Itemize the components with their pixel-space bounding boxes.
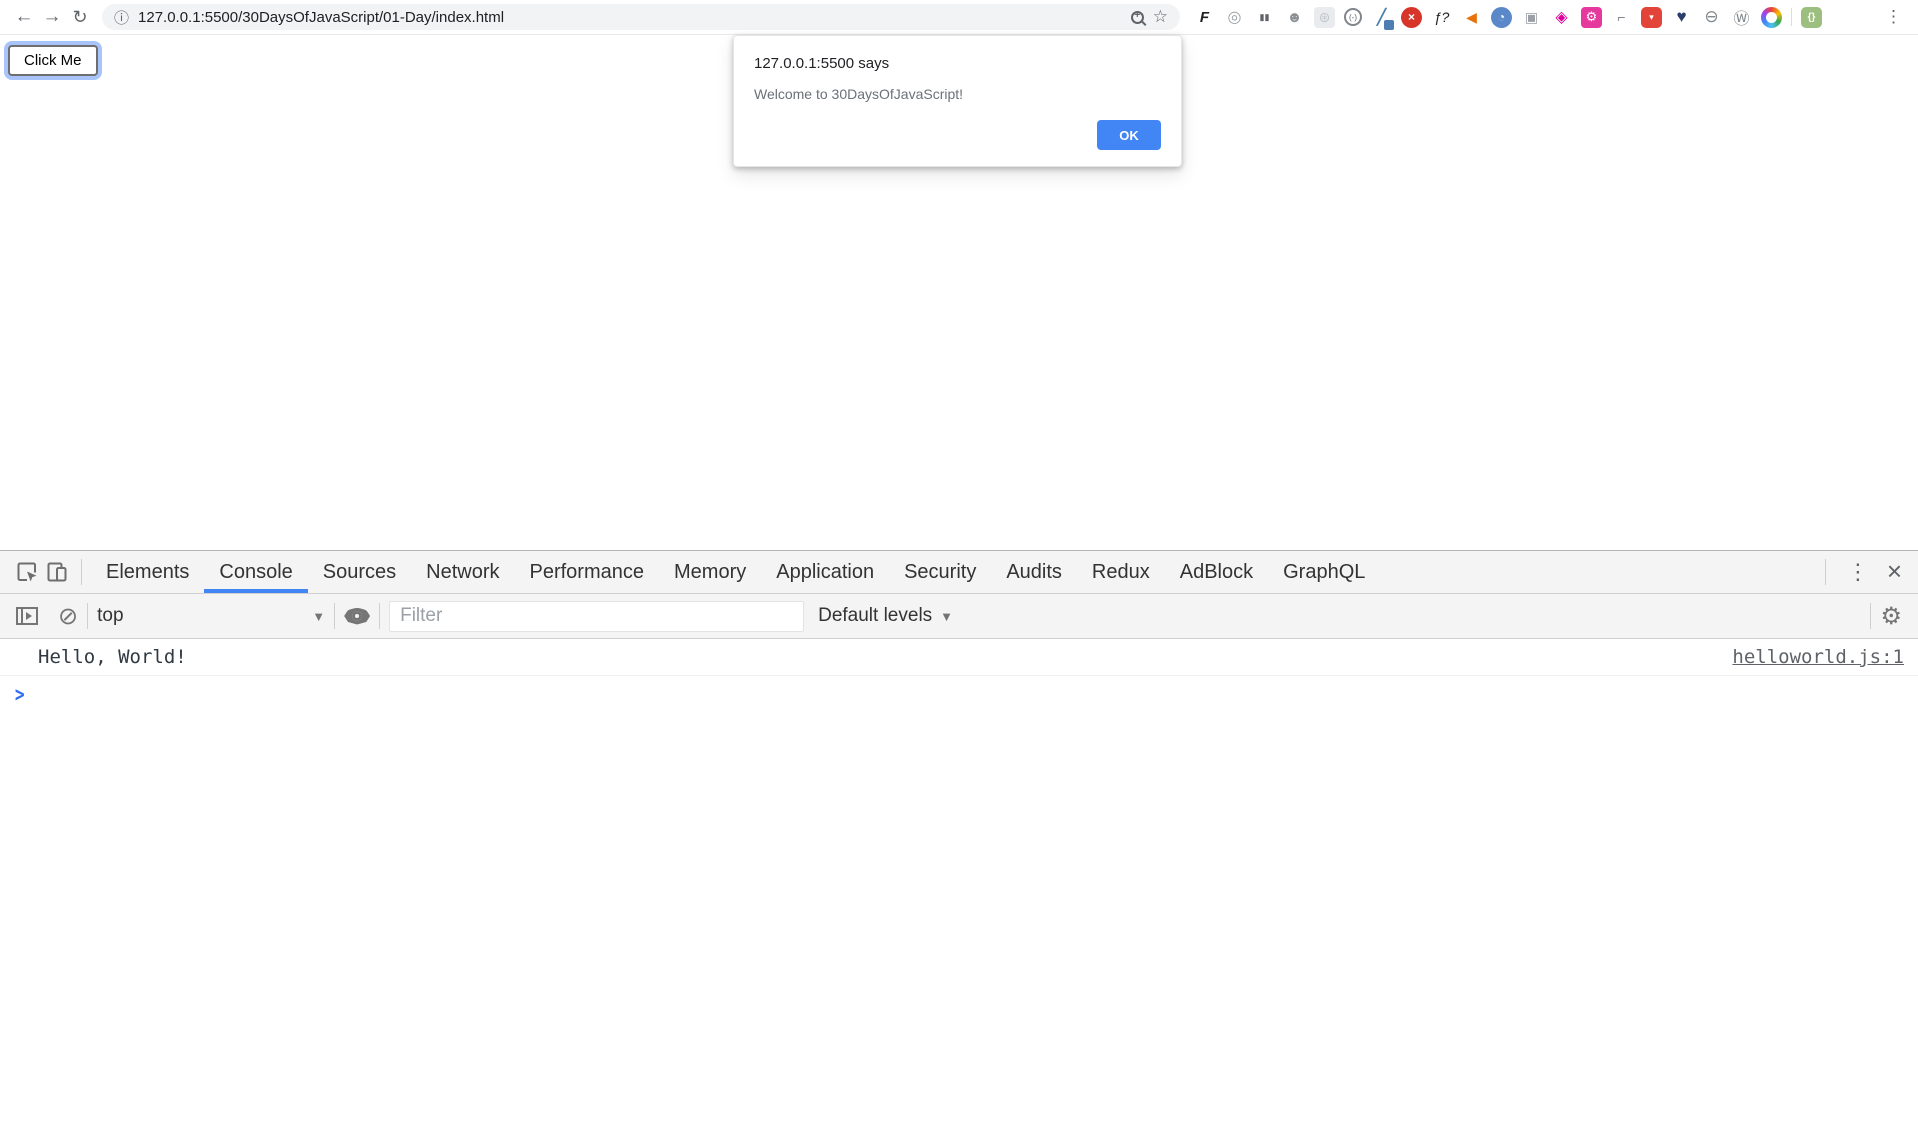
url-text: 127.0.0.1:5500/30DaysOfJavaScript/01-Day… (138, 9, 504, 26)
alert-actions: OK (754, 120, 1161, 150)
levels-label: Default levels (818, 605, 932, 627)
tab-sources[interactable]: Sources (308, 551, 411, 593)
font-tool-icon[interactable]: F (1194, 7, 1215, 28)
console-prompt-chevron-icon: > (15, 683, 25, 707)
bug-icon[interactable]: ☻ (1284, 7, 1305, 28)
extensions-bar: F ◎ ▮▮ ☻ ⊛ (-) ╱ × ƒ? ◀ ◔ ▣ ◈ ⚙ ⌐ ▾ ♥ ⊖ … (1194, 7, 1822, 28)
browser-toolbar: ← → ↻ ⓘ 127.0.0.1:5500/30DaysOfJavaScrip… (0, 0, 1918, 35)
alert-title: 127.0.0.1:5500 says (754, 55, 1161, 72)
tab-audits[interactable]: Audits (991, 551, 1077, 593)
live-expression-eye-icon[interactable] (344, 608, 370, 625)
back-icon[interactable]: ← (10, 6, 38, 28)
pipe-icon[interactable]: ⌐ (1611, 7, 1632, 28)
target-icon[interactable]: ◎ (1224, 7, 1245, 28)
clear-console-icon[interactable]: ⊘ (58, 602, 78, 631)
eyedropper-icon[interactable]: ╱ (1371, 7, 1392, 28)
devtools-menu-icon[interactable]: ⋮ (1835, 559, 1881, 585)
react-devtools-icon[interactable]: ⊛ (1314, 7, 1335, 28)
console-log-source-link[interactable]: helloworld.js:1 (1732, 646, 1904, 668)
tab-graphql[interactable]: GraphQL (1268, 551, 1380, 593)
tab-memory[interactable]: Memory (659, 551, 761, 593)
inspect-icon[interactable] (12, 560, 42, 584)
alert-dialog: 127.0.0.1:5500 says Welcome to 30DaysOfJ… (733, 35, 1182, 167)
console-prompt[interactable]: > (0, 676, 1918, 714)
circle-minus-icon[interactable]: ⊖ (1701, 7, 1722, 28)
tab-elements[interactable]: Elements (91, 551, 204, 593)
browser-window: ← → ↻ ⓘ 127.0.0.1:5500/30DaysOfJavaScrip… (0, 0, 1918, 1146)
blue-swirl-icon[interactable]: ◔ (1491, 7, 1512, 28)
devtools-tabbar: Elements Console Sources Network Perform… (0, 551, 1918, 594)
stop-hand-icon[interactable]: × (1401, 7, 1422, 28)
browser-menu-icon[interactable]: ⋮ (1879, 7, 1908, 27)
chevron-down-icon: ▼ (312, 609, 325, 624)
graphql-icon[interactable]: ◈ (1551, 7, 1572, 28)
ok-button[interactable]: OK (1097, 120, 1161, 150)
code-parens-icon[interactable]: (-) (1344, 8, 1362, 26)
divider (1870, 603, 1871, 629)
filter-input[interactable] (389, 601, 804, 632)
bookmark-star-icon[interactable]: ☆ (1153, 7, 1168, 27)
tab-adblock[interactable]: AdBlock (1165, 551, 1268, 593)
megaphone-icon[interactable]: ◀ (1461, 7, 1482, 28)
devtools-panel: Elements Console Sources Network Perform… (0, 550, 1918, 1146)
devtools-close-icon[interactable]: × (1881, 556, 1918, 589)
divider (334, 603, 335, 629)
divider (379, 603, 380, 629)
log-levels-selector[interactable]: Default levels ▼ (818, 605, 953, 627)
bookmark-ext-icon[interactable]: ▾ (1641, 7, 1662, 28)
tab-performance[interactable]: Performance (515, 551, 660, 593)
console-log-text: Hello, World! (38, 646, 187, 668)
tab-console[interactable]: Console (204, 551, 307, 593)
divider (81, 559, 82, 585)
device-toolbar-icon[interactable] (42, 560, 72, 584)
divider (1791, 8, 1792, 26)
console-log-row: Hello, World! helloworld.js:1 (0, 639, 1918, 676)
tab-security[interactable]: Security (889, 551, 991, 593)
columns-icon[interactable]: ▮▮ (1254, 7, 1275, 28)
context-selector[interactable]: top ▼ (97, 605, 325, 627)
reload-icon[interactable]: ↻ (66, 7, 94, 28)
zoom-icon[interactable] (1131, 11, 1144, 24)
json-formatter-icon[interactable]: {} (1801, 7, 1822, 28)
forward-icon[interactable]: → (38, 6, 66, 28)
tab-network[interactable]: Network (411, 551, 514, 593)
settings-gear-icon[interactable]: ⚙ (1880, 602, 1902, 631)
chevron-down-icon: ▼ (940, 609, 953, 624)
fn-question-icon[interactable]: ƒ? (1431, 7, 1452, 28)
tab-application[interactable]: Application (761, 551, 889, 593)
w-circle-icon[interactable]: Ⓦ (1731, 7, 1752, 28)
site-info-icon[interactable]: ⓘ (114, 7, 129, 28)
pink-gear-icon[interactable]: ⚙ (1581, 7, 1602, 28)
alert-message: Welcome to 30DaysOfJavaScript! (754, 86, 1161, 102)
color-wheel-icon[interactable] (1761, 7, 1782, 28)
heart-search-icon[interactable]: ♥ (1671, 7, 1692, 28)
divider (1825, 559, 1826, 585)
divider (87, 603, 88, 629)
console-toolbar: ⊘ top ▼ Default levels ▼ ⚙ (0, 594, 1918, 639)
tab-redux[interactable]: Redux (1077, 551, 1165, 593)
console-sidebar-icon[interactable] (12, 605, 42, 627)
click-me-button[interactable]: Click Me (8, 45, 98, 76)
address-bar[interactable]: ⓘ 127.0.0.1:5500/30DaysOfJavaScript/01-D… (102, 4, 1180, 30)
context-label: top (97, 605, 123, 627)
camera-icon[interactable]: ▣ (1521, 7, 1542, 28)
